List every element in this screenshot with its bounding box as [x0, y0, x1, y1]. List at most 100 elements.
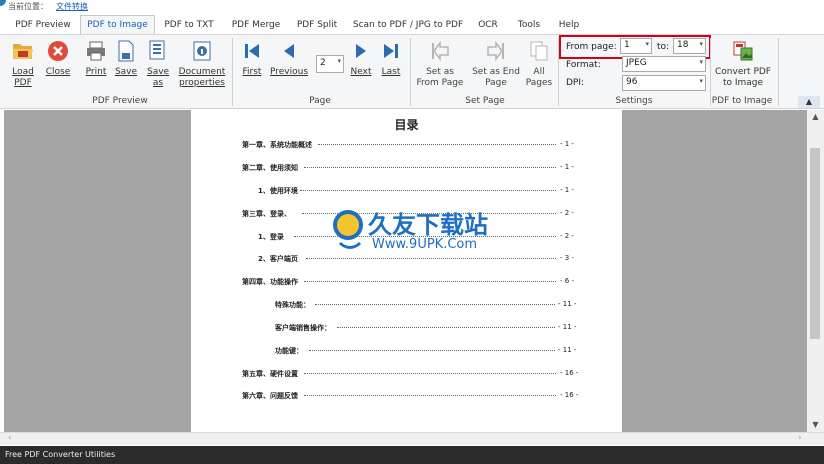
format-select[interactable]: JPEG ▾ [622, 56, 706, 72]
toc-entry-page: - 16 - [560, 391, 579, 399]
toc-entry-text: 2、客户端页 [258, 255, 298, 263]
last-page-button[interactable]: Last [378, 39, 404, 78]
document-properties-label: Document properties [178, 67, 226, 88]
site-watermark: 久友下载站 Www.9UPK.Com [330, 205, 510, 265]
tab-help[interactable]: Help [553, 18, 585, 34]
toc-entry-page: - 6 - [560, 277, 574, 285]
toc-entry-page: - 1 - [560, 140, 574, 148]
scroll-down-icon[interactable]: ▼ [807, 420, 824, 429]
group-label-pdf-preview: PDF Preview [92, 96, 148, 106]
scroll-left-icon[interactable]: ‹ [8, 433, 12, 443]
previous-page-button[interactable]: Previous [268, 39, 310, 78]
site-logo-icon [0, 0, 6, 6]
from-page-label: From page: [566, 42, 617, 52]
document-properties-button[interactable]: Document properties [176, 39, 228, 89]
document-info-icon [193, 41, 211, 61]
toc-entry: 功能键： - 11 - [275, 346, 576, 356]
tab-pdf-to-image[interactable]: PDF to Image [80, 15, 155, 35]
toc-leader [318, 144, 556, 145]
toc-entry-page: - 11 - [558, 346, 577, 354]
save-icon [118, 40, 134, 62]
first-page-button[interactable]: First [238, 39, 266, 78]
group-label-set-page: Set Page [465, 96, 505, 106]
format-value: JPEG [626, 58, 647, 68]
save-as-icon [149, 40, 165, 60]
chevron-down-icon: ▾ [699, 58, 703, 66]
chevron-down-icon: ▾ [645, 40, 649, 48]
to-page-select[interactable]: 18 ▾ [673, 38, 706, 54]
toc-entry: 客户端销售操作： - 11 - [275, 323, 576, 333]
convert-pdf-to-image-button[interactable]: Convert PDF to Image [714, 39, 772, 89]
toc-entry-page: - 1 - [560, 186, 574, 194]
last-page-label: Last [381, 67, 401, 77]
toc-entry: 第五章、硬件设置 - 16 - [242, 369, 578, 379]
all-pages-button[interactable]: All Pages [524, 39, 554, 89]
tab-scan-to-pdf[interactable]: Scan to PDF / JPG to PDF [348, 18, 468, 34]
all-pages-label: All Pages [525, 67, 553, 88]
next-page-label: Next [350, 67, 372, 77]
top-strip: 当前位置： 文件转换 [0, 0, 824, 14]
status-bar: Free PDF Converter Utilities [0, 446, 824, 464]
load-pdf-button[interactable]: Load PDF [6, 39, 40, 89]
tab-tools[interactable]: Tools [510, 18, 548, 34]
first-page-label: First [242, 67, 262, 77]
toc-entry-text: 第四章、功能操作 [242, 278, 298, 286]
save-button[interactable]: Save [112, 39, 140, 78]
chevron-down-icon: ▾ [699, 77, 703, 85]
print-label: Print [85, 67, 107, 77]
vertical-scrollbar[interactable]: ▲ ▼ [807, 110, 824, 432]
watermark-logo-icon [333, 210, 363, 249]
close-button[interactable]: Close [42, 39, 74, 78]
set-from-page-icon [432, 40, 449, 62]
group-label-pdf-to-image: PDF to Image [711, 96, 773, 106]
toc-leader [337, 327, 555, 328]
collapse-ribbon-button[interactable]: ▲ [798, 96, 820, 108]
set-end-page-icon [487, 40, 504, 62]
toc-leader [300, 190, 556, 191]
ribbon-separator [232, 38, 233, 106]
set-from-page-label: Set as From Page [416, 67, 464, 88]
horizontal-scrollbar[interactable]: ‹ › [0, 432, 824, 445]
toc-entry-text: 第二章、使用须知 [242, 164, 298, 172]
page-number-select[interactable]: 2 ▾ [316, 55, 344, 73]
dpi-select[interactable]: 96 ▾ [622, 75, 706, 91]
breadcrumb-link[interactable]: 文件转换 [56, 1, 88, 12]
folder-open-icon [13, 44, 33, 59]
from-page-select[interactable]: 1 ▾ [620, 38, 652, 54]
toc-entry-text: 1、使用环境 [258, 187, 298, 195]
tab-pdf-merge[interactable]: PDF Merge [224, 18, 288, 34]
print-button[interactable]: Print [82, 39, 110, 78]
close-icon [48, 41, 68, 61]
toc-entry-text: 1、登录 [258, 233, 284, 241]
chevron-up-icon: ▲ [805, 97, 813, 106]
scroll-right-icon[interactable]: › [798, 433, 802, 443]
toc-leader [304, 167, 556, 168]
toc-entry-text: 客户端销售操作： [275, 324, 331, 332]
close-label: Close [45, 67, 71, 77]
toc-entry: 第六章、问题反馈 - 16 - [242, 391, 578, 401]
document-viewer[interactable]: 目录 第一章、系统功能概述 - 1 - 第二章、使用须知 - 1 - 1、使用环… [4, 110, 807, 432]
toc-leader [304, 395, 556, 396]
vertical-scroll-thumb[interactable] [810, 148, 820, 339]
all-pages-icon [530, 41, 548, 61]
set-from-page-button[interactable]: Set as From Page [414, 39, 466, 89]
next-page-icon [356, 44, 366, 58]
group-label-page: Page [309, 96, 331, 106]
toc-entry-text: 第一章、系统功能概述 [242, 141, 312, 149]
toc-entry-page: - 16 - [560, 369, 579, 377]
watermark-url: Www.9UPK.Com [372, 237, 478, 252]
tab-pdf-preview[interactable]: PDF Preview [8, 18, 78, 34]
next-page-button[interactable]: Next [348, 39, 374, 78]
format-label: Format: [566, 60, 601, 70]
tab-ocr[interactable]: OCR [472, 18, 504, 34]
dpi-label: DPI: [566, 78, 585, 88]
scroll-up-icon[interactable]: ▲ [807, 112, 824, 121]
tab-pdf-to-txt[interactable]: PDF to TXT [158, 18, 220, 34]
toc-entry-page: - 2 - [560, 232, 574, 240]
tab-pdf-split[interactable]: PDF Split [292, 18, 342, 34]
toc-entry-page: - 3 - [560, 254, 574, 262]
save-as-button[interactable]: Save as [142, 39, 174, 89]
set-end-page-button[interactable]: Set as End Page [470, 39, 522, 89]
load-pdf-label: Load PDF [12, 67, 34, 88]
toc-entry-text: 第三章、登录、 [242, 210, 291, 218]
